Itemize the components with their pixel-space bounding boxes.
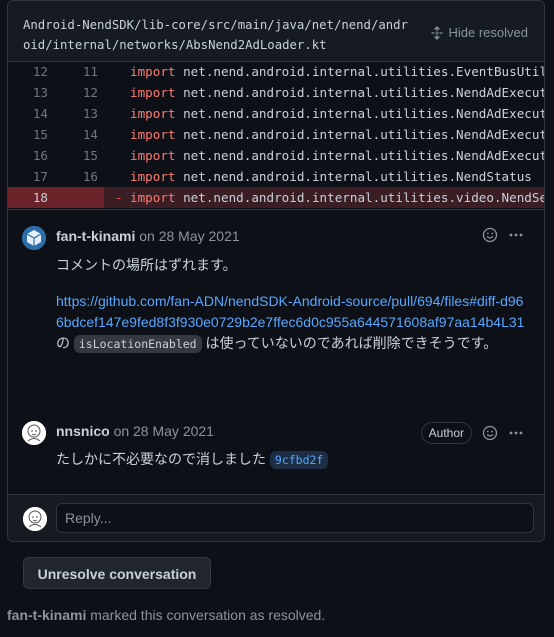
old-line-number[interactable]: 12 — [18, 61, 48, 82]
diff-line: 16 15 import net.nend.android.internal.uti… — [8, 145, 544, 166]
new-line-number[interactable]: 14 — [68, 124, 98, 145]
inline-code: isLocationEnabled — [73, 335, 202, 353]
code-text: net.nend.android.internal.utilities.Nend… — [175, 85, 545, 100]
comment-actions: Author — [420, 422, 524, 444]
new-line-number[interactable]: 15 — [68, 145, 98, 166]
code-text: net.nend.android.internal.utilities.Even… — [175, 64, 545, 79]
avatar — [23, 507, 47, 531]
file-path[interactable]: Android-NendSDK/lib-core/src/main/java/n… — [23, 15, 408, 55]
hide-resolved-label: Hide resolved — [448, 25, 529, 40]
status-text: marked this conversation as resolved. — [90, 607, 326, 623]
review-thread-panel: Android-NendSDK/lib-core/src/main/java/n… — [7, 0, 545, 542]
new-line-number[interactable]: 13 — [68, 103, 98, 124]
diff-line: 12 11 import net.nend.android.internal.uti… — [8, 61, 544, 82]
code-text: net.nend.android.internal.utilities.Nend… — [175, 169, 532, 184]
old-line-number[interactable]: 13 — [18, 82, 48, 103]
comment-text: たしかに不必要なので消しました — [56, 451, 266, 467]
conversation-thread: fan-t-kinami on 28 May 2021 コメントの場所はずれます… — [8, 209, 544, 469]
avatar[interactable] — [22, 226, 46, 250]
old-line-number[interactable]: 15 — [18, 124, 48, 145]
smiley-icon[interactable] — [482, 227, 498, 243]
diff-line: 13 12 import net.nend.android.internal.uti… — [8, 82, 544, 103]
code-keyword: import — [130, 106, 176, 121]
comment-text: コメントの場所はずれます。 — [56, 257, 237, 273]
resolved-status: fan-t-kinami marked this conversation as… — [7, 607, 325, 623]
comment-actions — [482, 227, 524, 243]
comment-link[interactable]: https://github.com/fan-ADN/nendSDK-Andro… — [56, 293, 524, 330]
hide-resolved-button[interactable]: Hide resolved — [430, 25, 529, 40]
code-keyword: import — [130, 190, 176, 205]
diff-sign: - — [115, 190, 123, 205]
new-line-number[interactable]: 16 — [68, 166, 98, 187]
file-header: Android-NendSDK/lib-core/src/main/java/n… — [8, 1, 544, 62]
new-line-number[interactable]: 11 — [68, 61, 98, 82]
code-keyword: import — [130, 169, 176, 184]
unfold-icon — [430, 25, 443, 40]
code-keyword: import — [130, 64, 176, 79]
kebab-horizontal-icon[interactable] — [508, 227, 524, 243]
comment-body: たしかに不必要なので消しました 9cfbd2f — [56, 449, 526, 471]
code-keyword: import — [130, 127, 176, 142]
old-line-number[interactable]: 18 — [18, 187, 48, 208]
comment-author-line: fan-t-kinami on 28 May 2021 — [56, 226, 240, 246]
comment-text-suffix: は使っていないのであれば削除できそうです。 — [205, 335, 498, 351]
author-name[interactable]: nnsnico — [56, 423, 110, 439]
new-line-number[interactable]: 12 — [68, 82, 98, 103]
kebab-horizontal-icon[interactable] — [508, 425, 524, 441]
smiley-icon[interactable] — [482, 425, 498, 441]
code-line: import net.nend.android.internal.utiliti… — [130, 124, 545, 145]
code-text: net.nend.android.internal.utilities.Nend… — [175, 106, 545, 121]
comment-date[interactable]: on 28 May 2021 — [114, 423, 214, 439]
old-line-number[interactable]: 14 — [18, 103, 48, 124]
avatar[interactable] — [22, 421, 46, 445]
commit-link[interactable]: 9cfbd2f — [269, 451, 329, 469]
code-line: import net.nend.android.internal.utiliti… — [130, 187, 545, 208]
reply-input[interactable] — [56, 503, 534, 533]
code-text: net.nend.android.internal.utilities.Nend… — [175, 127, 545, 142]
status-actor[interactable]: fan-t-kinami — [7, 607, 86, 623]
old-line-number[interactable]: 16 — [18, 145, 48, 166]
unresolve-conversation-button[interactable]: Unresolve conversation — [23, 557, 211, 589]
old-line-number[interactable]: 17 — [18, 166, 48, 187]
code-line: import net.nend.android.internal.utiliti… — [130, 103, 545, 124]
code-keyword: import — [130, 148, 176, 163]
reply-area — [8, 494, 544, 541]
code-text: net.nend.android.internal.utilities.vide… — [175, 190, 545, 205]
code-line: import net.nend.android.internal.utiliti… — [130, 145, 545, 166]
diff-line: 15 14 import net.nend.android.internal.uti… — [8, 124, 544, 145]
diff-line: 17 16 import net.nend.android.internal.uti… — [8, 166, 544, 187]
code-line: import net.nend.android.internal.utiliti… — [130, 166, 532, 187]
comment-text-prefix: の — [56, 335, 70, 351]
author-badge: Author — [420, 422, 472, 444]
code-line: import net.nend.android.internal.utiliti… — [130, 82, 545, 103]
diff-line: 14 13 import net.nend.android.internal.uti… — [8, 103, 544, 124]
comment-author-line: nnsnico on 28 May 2021 — [56, 421, 214, 441]
code-text: net.nend.android.internal.utilities.Nend… — [175, 148, 545, 163]
code-keyword: import — [130, 85, 176, 100]
author-name[interactable]: fan-t-kinami — [56, 228, 135, 244]
comment-body: コメントの場所はずれます。 https://github.com/fan-ADN… — [56, 255, 526, 355]
code-line: import net.nend.android.internal.utiliti… — [130, 61, 545, 82]
comment-date[interactable]: on 28 May 2021 — [139, 228, 239, 244]
diff-line-deleted: 18 - import net.nend.android.internal.util… — [8, 187, 544, 208]
